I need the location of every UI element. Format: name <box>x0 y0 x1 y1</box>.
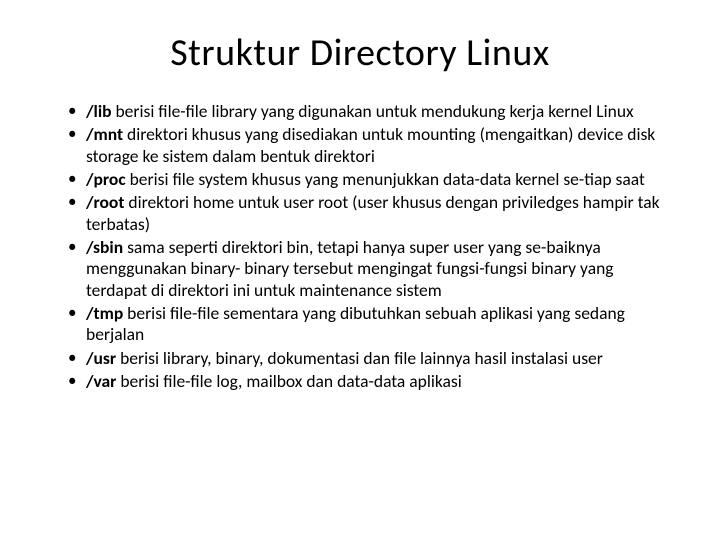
list-item: /root direktori home untuk user root (us… <box>68 192 670 235</box>
list-item: /var berisi file-file log, mailbox dan d… <box>68 371 670 392</box>
bullet-list: /lib berisi file-file library yang digun… <box>40 101 680 392</box>
dir-desc: berisi file-file sementara yang dibutuhk… <box>86 302 625 345</box>
dir-term: /root <box>86 191 124 213</box>
list-item: /usr berisi library, binary, dokumentasi… <box>68 348 670 369</box>
dir-term: /proc <box>86 168 126 190</box>
dir-term: /lib <box>86 100 112 122</box>
dir-desc: direktori home untuk user root (user khu… <box>86 191 660 234</box>
dir-term: /tmp <box>86 302 123 324</box>
dir-desc: berisi file system khusus yang menunjukk… <box>126 168 645 190</box>
dir-desc: berisi file-file library yang digunakan … <box>112 100 634 122</box>
dir-desc: direktori khusus yang disediakan untuk m… <box>86 123 655 166</box>
list-item: /mnt direktori khusus yang disediakan un… <box>68 124 670 167</box>
dir-term: /var <box>86 370 116 392</box>
list-item: /tmp berisi file-file sementara yang dib… <box>68 303 670 346</box>
list-item: /proc berisi file system khusus yang men… <box>68 169 670 190</box>
dir-term: /usr <box>86 347 116 369</box>
list-item: /lib berisi file-file library yang digun… <box>68 101 670 122</box>
slide: Struktur Directory Linux /lib berisi fil… <box>0 0 720 540</box>
page-title: Struktur Directory Linux <box>40 30 680 76</box>
list-item: /sbin sama seperti direktori bin, tetapi… <box>68 237 670 301</box>
dir-term: /sbin <box>86 236 123 258</box>
dir-desc: berisi library, binary, dokumentasi dan … <box>116 347 603 369</box>
dir-desc: berisi file-file log, mailbox dan data-d… <box>116 370 461 392</box>
dir-desc: sama seperti direktori bin, tetapi hanya… <box>86 236 614 301</box>
dir-term: /mnt <box>86 123 123 145</box>
